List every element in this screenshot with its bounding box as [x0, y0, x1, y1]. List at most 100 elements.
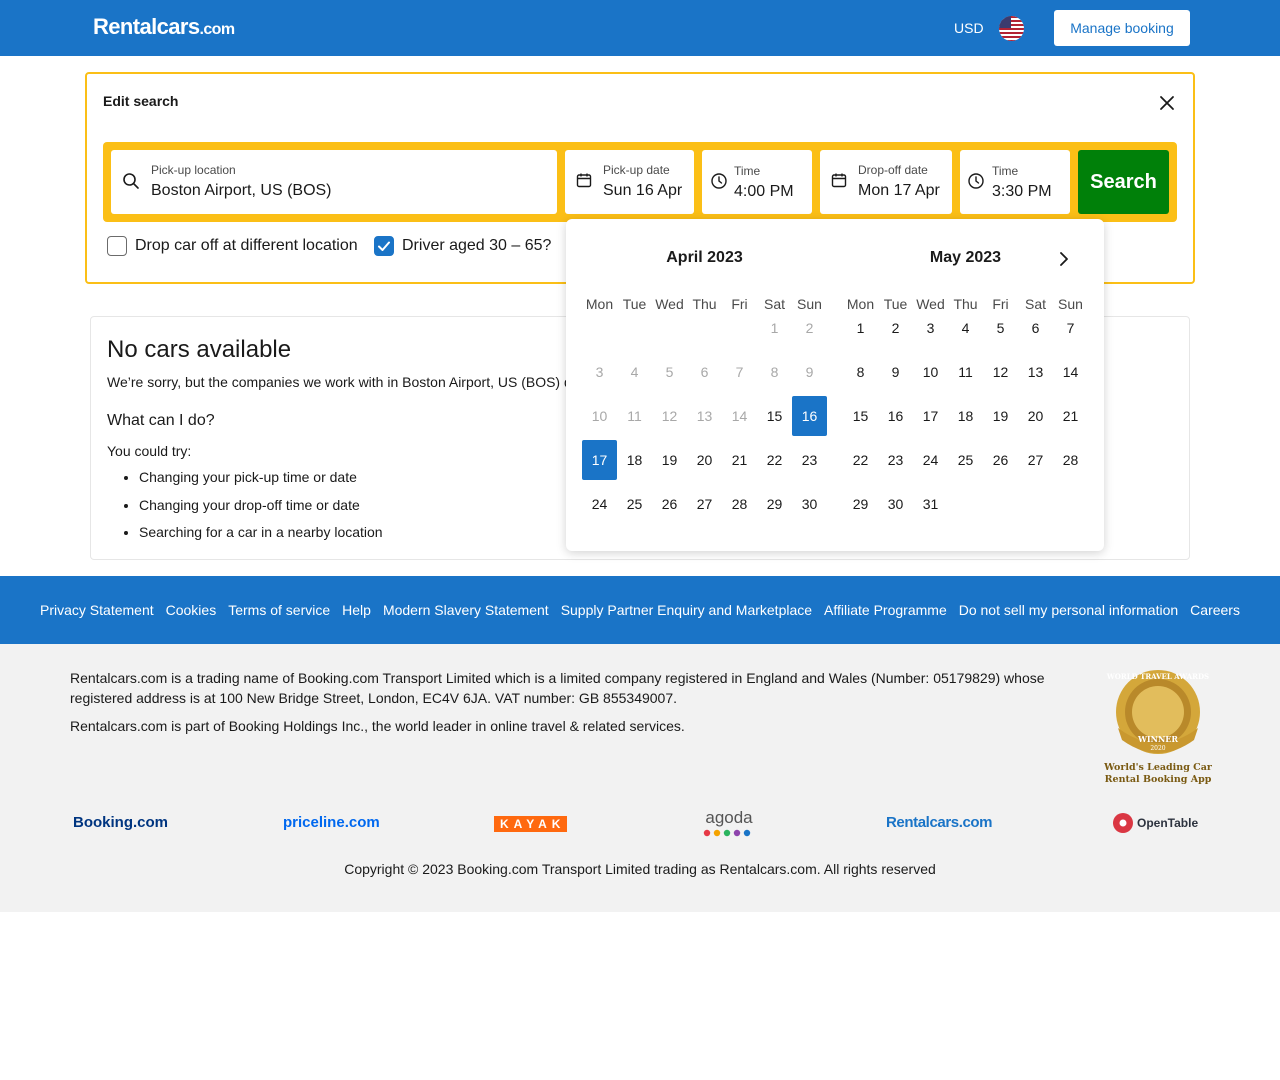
world-travel-awards-badge: WORLD TRAVEL AWARDS WINNER 2020 World's … [1103, 666, 1213, 788]
calendar-day[interactable]: 5 [983, 308, 1018, 348]
calendar-day[interactable]: 12 [983, 352, 1018, 392]
affiliate-link[interactable]: Affiliate Programme [824, 602, 947, 618]
calendar-day[interactable]: 25 [617, 484, 652, 524]
calendar-day[interactable]: 23 [792, 440, 827, 480]
calendar-day[interactable]: 20 [1018, 396, 1053, 436]
list-item: Changing your drop-off time or date [139, 497, 383, 525]
calendar-day[interactable]: 24 [913, 440, 948, 480]
calendar-day[interactable]: 30 [792, 484, 827, 524]
you-could-try-label: You could try: [107, 443, 192, 459]
close-icon[interactable] [1158, 94, 1176, 112]
calendar-day[interactable]: 26 [652, 484, 687, 524]
search-button[interactable]: Search [1078, 150, 1169, 214]
calendar-day[interactable]: 13 [1018, 352, 1053, 392]
careers-link[interactable]: Careers [1190, 602, 1240, 618]
help-link[interactable]: Help [342, 602, 371, 618]
dropoff-date-label: Drop-off date [858, 163, 928, 177]
calendar-day[interactable]: 27 [687, 484, 722, 524]
driver-age-checkbox[interactable]: Driver aged 30 – 65? [374, 235, 551, 257]
calendar-day[interactable]: 16 [792, 396, 827, 436]
pickup-date-field[interactable]: Pick-up date Sun 16 Apr [565, 150, 694, 214]
booking-com-logo[interactable]: Booking.com [73, 814, 168, 831]
legal-text: Rentalcars.com is a trading name of Book… [70, 668, 1060, 744]
calendar-day[interactable]: 9 [878, 352, 913, 392]
list-item: Changing your pick-up time or date [139, 469, 383, 497]
legal-paragraph: Rentalcars.com is a trading name of Book… [70, 670, 1045, 706]
weekday-label: Thu [692, 296, 717, 312]
terms-link[interactable]: Terms of service [228, 602, 330, 618]
opentable-icon [1113, 813, 1133, 833]
calendar-day[interactable]: 16 [878, 396, 913, 436]
calendar-day[interactable]: 6 [1018, 308, 1053, 348]
chevron-right-icon[interactable] [1055, 249, 1073, 269]
calendar-day[interactable]: 15 [757, 396, 792, 436]
calendar-day[interactable]: 20 [687, 440, 722, 480]
brand-name: priceline.com [283, 814, 380, 831]
checkbox-unchecked[interactable] [107, 236, 127, 256]
kayak-logo[interactable]: KAYAK [494, 816, 568, 832]
calendar-day[interactable]: 11 [948, 352, 983, 392]
logo-text: Rentalcars [93, 14, 200, 39]
pickup-time-field[interactable]: Time 4:00 PM [702, 150, 812, 214]
agoda-logo[interactable]: agoda [702, 808, 756, 838]
calendar-day[interactable]: 22 [843, 440, 878, 480]
do-not-sell-link[interactable]: Do not sell my personal information [959, 602, 1178, 618]
calendar-day[interactable]: 29 [757, 484, 792, 524]
calendar-day[interactable]: 19 [652, 440, 687, 480]
calendar-day: 8 [770, 364, 779, 380]
cookies-link[interactable]: Cookies [166, 602, 217, 618]
calendar-day[interactable]: 15 [843, 396, 878, 436]
calendar-day[interactable]: 19 [983, 396, 1018, 436]
rentalcars-logo[interactable]: Rentalcars.com [93, 14, 235, 40]
calendar-day[interactable]: 30 [878, 484, 913, 524]
calendar-day[interactable]: 4 [948, 308, 983, 348]
suggestion-list: Changing your pick-up time or date Chang… [139, 469, 383, 552]
currency-selector[interactable]: USD [954, 20, 984, 36]
calendar-day[interactable]: 21 [722, 440, 757, 480]
calendar-day[interactable]: 28 [722, 484, 757, 524]
different-location-label: Drop car off at different location [135, 237, 358, 254]
calendar-day[interactable]: 18 [617, 440, 652, 480]
calendar-day[interactable]: 10 [913, 352, 948, 392]
calendar-day[interactable]: 2 [878, 308, 913, 348]
pickup-location-input[interactable]: Boston Airport, US (BOS) [151, 182, 547, 200]
calendar-day[interactable]: 18 [948, 396, 983, 436]
calendar-day[interactable]: 17 [913, 396, 948, 436]
pickup-location-field[interactable]: Pick-up location Boston Airport, US (BOS… [111, 150, 557, 214]
priceline-logo[interactable]: priceline.com [283, 814, 380, 831]
no-cars-title: No cars available [107, 336, 292, 363]
legal-paragraph: Rentalcars.com is part of Booking Holdin… [70, 718, 685, 734]
calendar-day[interactable]: 27 [1018, 440, 1053, 480]
us-flag-icon[interactable] [999, 16, 1024, 41]
calendar-day[interactable]: 8 [843, 352, 878, 392]
calendar-day[interactable]: 26 [983, 440, 1018, 480]
privacy-link[interactable]: Privacy Statement [40, 602, 154, 618]
dropoff-date-field[interactable]: Drop-off date Mon 17 Apr [820, 150, 952, 214]
calendar-day[interactable]: 7 [1053, 308, 1088, 348]
edit-search-title: Edit search [103, 93, 179, 109]
what-can-i-do-heading: What can I do? [107, 412, 215, 429]
opentable-logo[interactable]: OpenTable [1112, 812, 1198, 834]
calendar-day[interactable]: 29 [843, 484, 878, 524]
calendar-day[interactable]: 31 [913, 484, 948, 524]
weekday-label: Fri [731, 296, 748, 312]
calendar-day[interactable]: 23 [878, 440, 913, 480]
different-location-checkbox[interactable]: Drop car off at different location [107, 235, 358, 257]
calendar-day[interactable]: 21 [1053, 396, 1088, 436]
calendar-day[interactable]: 17 [582, 440, 617, 480]
calendar-day[interactable]: 24 [582, 484, 617, 524]
calendar-day[interactable]: 25 [948, 440, 983, 480]
calendar-day[interactable]: 28 [1053, 440, 1088, 480]
manage-booking-button[interactable]: Manage booking [1054, 10, 1190, 46]
modern-slavery-link[interactable]: Modern Slavery Statement [383, 602, 549, 618]
calendar-day[interactable]: 3 [913, 308, 948, 348]
calendar-day[interactable]: 1 [843, 308, 878, 348]
dropoff-time-field[interactable]: Time 3:30 PM [960, 150, 1070, 214]
calendar-icon [576, 172, 594, 190]
checkmark-icon[interactable] [374, 236, 394, 256]
calendar-day[interactable]: 22 [757, 440, 792, 480]
rentalcars-footer-logo[interactable]: Rentalcars.com [886, 814, 993, 831]
brand-name: Rentalcars.com [886, 814, 993, 831]
calendar-day[interactable]: 14 [1053, 352, 1088, 392]
supply-partner-link[interactable]: Supply Partner Enquiry and Marketplace [561, 602, 812, 618]
